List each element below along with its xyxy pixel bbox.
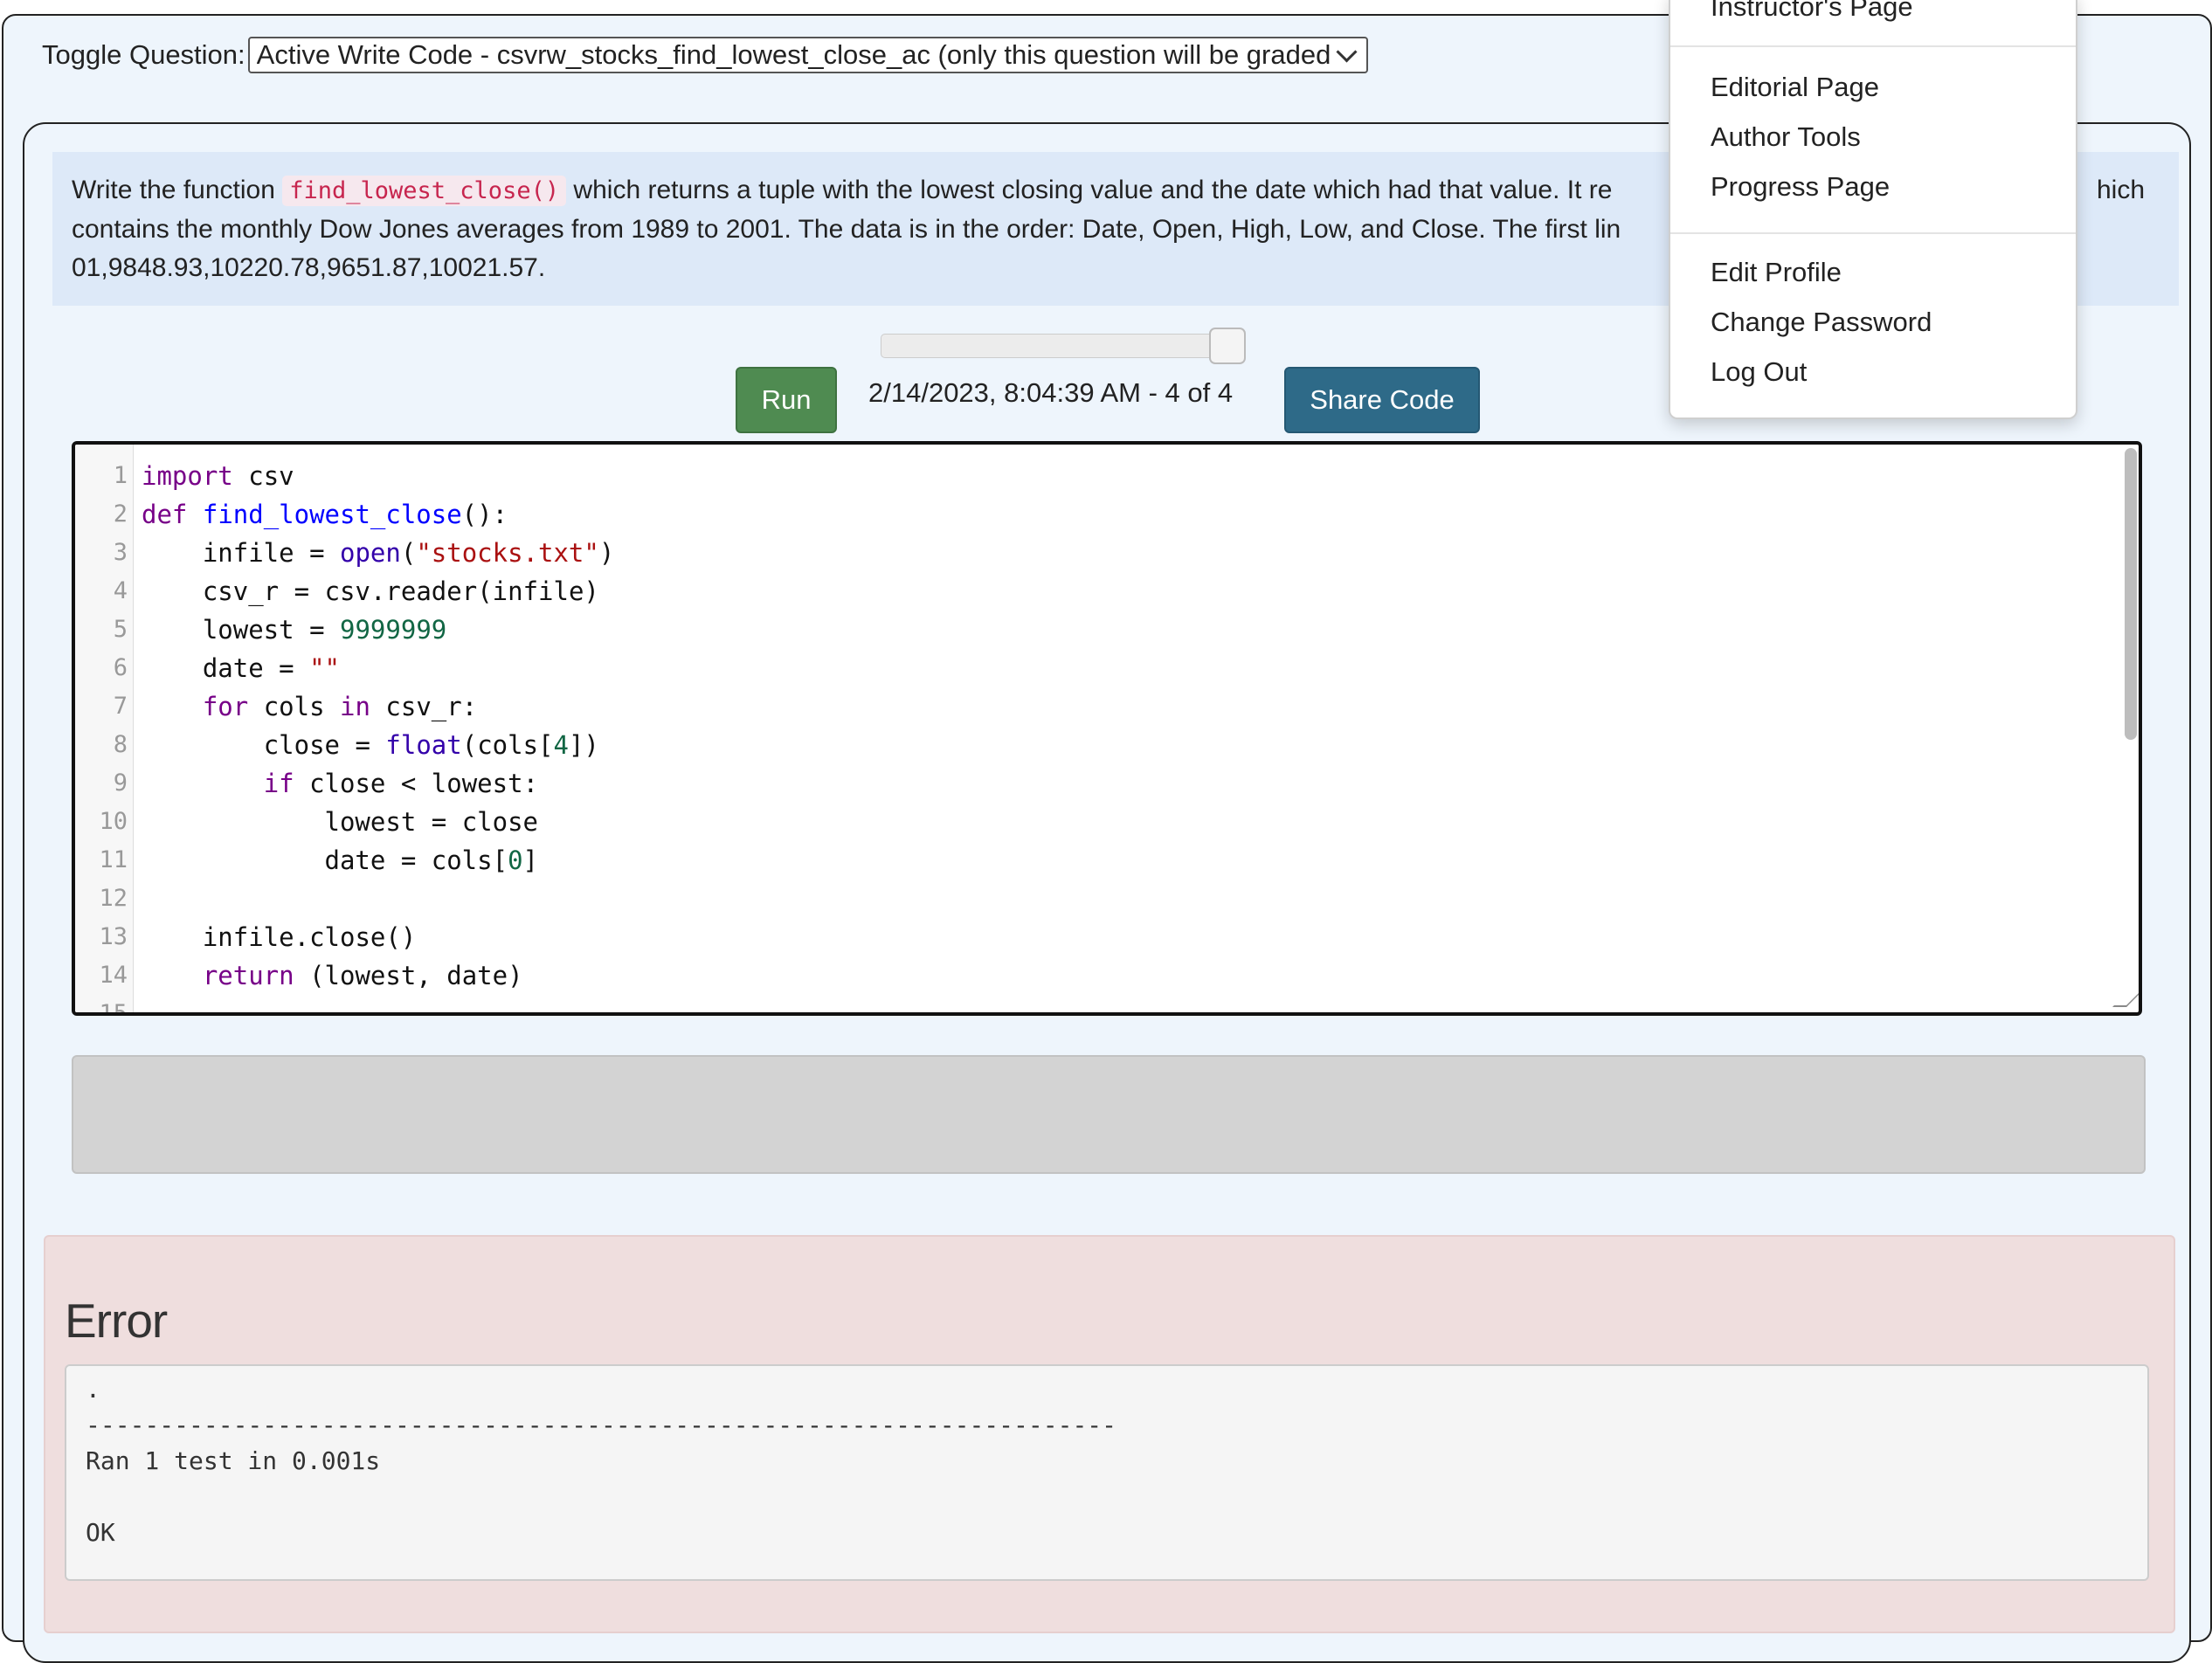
menu-item-editorial-page[interactable]: Editorial Page [1711,72,1879,103]
error-output-line: Ran 1 test in 0.001s [86,1446,381,1475]
error-output: . ---------------------------------------… [65,1364,2149,1581]
toggle-question-label: Toggle Question: [42,39,245,70]
code-line: 8 close = float(cols[4]) [75,726,2111,764]
line-number: 10 [99,808,128,835]
code-line: 1 import csv [75,457,2111,495]
run-button[interactable]: Run [736,367,837,433]
code-line: 15 [75,995,2111,1016]
error-output-line: OK [86,1518,115,1547]
code-text: infile = open("stocks.txt") [202,538,615,568]
code-line: 2 def find_lowest_close(): [75,495,2111,534]
line-number: 6 [113,654,128,681]
menu-item-instructors-page[interactable]: Instructor's Page [1711,0,1913,23]
line-number: 12 [99,885,128,912]
share-code-button[interactable]: Share Code [1284,367,1480,433]
code-text: infile.close() [202,922,417,952]
line-number: 14 [99,962,128,989]
code-text: import csv [142,461,294,491]
toggle-question-row: Toggle Question: Active Write Code - csv… [42,37,1368,73]
line-number: 11 [99,846,128,873]
run-timestamp: 2/14/2023, 8:04:39 AM - 4 of 4 [868,377,1234,408]
line-number: 9 [113,769,128,797]
error-title: Error [65,1294,168,1348]
menu-item-edit-profile[interactable]: Edit Profile [1711,257,1842,288]
code-line: 7 for cols in csv_r: [75,687,2111,726]
line-number: 15 [99,1000,128,1016]
line-number: 5 [113,616,128,643]
code-line: 6 date = "" [75,649,2111,687]
toggle-question-value: Active Write Code - csvrw_stocks_find_lo… [256,39,1331,70]
line-number: 2 [113,500,128,528]
code-editor[interactable]: 1 import csv 2 def find_lowest_close(): 3 in… [72,441,2142,1016]
code-line: 3 infile = open("stocks.txt") [75,534,2111,572]
menu-item-log-out[interactable]: Log Out [1711,356,1807,388]
code-text: date = "" [202,653,341,683]
menu-divider [1670,232,2076,234]
menu-divider [1670,45,2076,47]
history-slider-handle[interactable] [1209,328,1246,364]
prompt-line1-tail: hich [2097,176,2146,204]
line-number: 3 [113,539,128,566]
error-output-line: ----------------------------------------… [86,1411,1117,1439]
code-line: 13 infile.close() [75,918,2111,956]
code-text: close = float(cols[4]) [263,730,599,760]
menu-item-progress-page[interactable]: Progress Page [1711,171,1890,203]
code-line: 12 [75,880,2111,918]
code-line: 4 csv_r = csv.reader(infile) [75,572,2111,611]
code-text: lowest = close [324,807,538,837]
code-text: if close < lowest: [263,769,539,798]
code-line: 9 if close < lowest: [75,764,2111,803]
output-box [72,1055,2146,1174]
history-slider-track[interactable] [881,334,1242,358]
code-text: def find_lowest_close(): [142,500,508,529]
code-text: for cols in csv_r: [202,692,478,721]
prompt-text-before: Write the function [72,176,283,204]
menu-item-author-tools[interactable]: Author Tools [1711,121,1861,153]
code-line: 11 date = cols[0] [75,841,2111,880]
error-output-line: . [86,1375,100,1404]
code-text: return (lowest, date) [202,961,523,990]
code-line: 5 lowest = 9999999 [75,611,2111,649]
menu-item-change-password[interactable]: Change Password [1711,307,1932,338]
editor-scrollbar[interactable] [2125,448,2137,740]
chevron-down-icon [1336,40,1358,63]
error-output-line [86,1479,2128,1515]
resize-handle-icon[interactable] [2112,993,2139,1007]
line-number: 7 [113,693,128,720]
code-line: 14 return (lowest, date) [75,956,2111,995]
code-text: date = cols[0] [324,845,539,875]
line-number: 1 [113,462,128,489]
user-dropdown-menu: Instructor's Page Editorial Page Author … [1669,0,2077,419]
code-line: 10 lowest = close [75,803,2111,841]
line-number: 8 [113,731,128,758]
line-number: 4 [113,577,128,604]
line-number: 13 [99,923,128,950]
prompt-text-after: which returns a tuple with the lowest cl… [566,176,1613,204]
toggle-question-select[interactable]: Active Write Code - csvrw_stocks_find_lo… [247,37,1368,73]
code-lines: 1 import csv 2 def find_lowest_close(): 3 in… [75,457,2111,1016]
code-text: lowest = 9999999 [202,615,447,645]
code-text: csv_r = csv.reader(infile) [202,576,599,606]
prompt-function-name: find_lowest_close() [282,176,567,206]
